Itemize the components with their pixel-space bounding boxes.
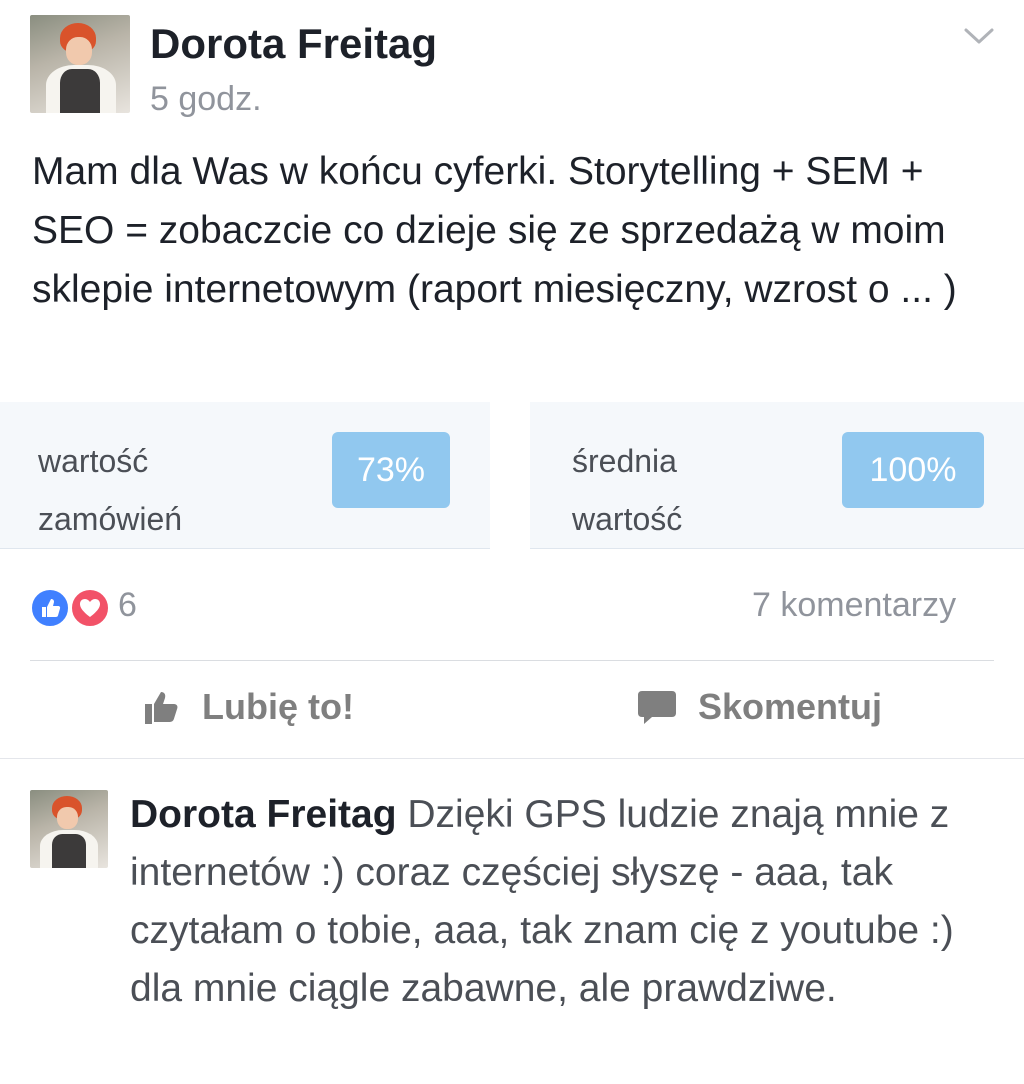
reaction-count[interactable]: 6 xyxy=(118,586,137,625)
commenter-avatar[interactable] xyxy=(30,790,108,868)
post-timestamp[interactable]: 5 godz. xyxy=(150,80,262,119)
like-button[interactable]: Lubię to! xyxy=(142,686,354,728)
metric-card-order-value: wartość zamówień 73% xyxy=(0,402,490,549)
post-author-name[interactable]: Dorota Freitag xyxy=(150,20,437,68)
metric-label-line2: wartość xyxy=(572,501,683,537)
comment-author-name[interactable]: Dorota Freitag xyxy=(130,793,397,836)
thumbs-up-icon xyxy=(145,692,178,724)
metric-label-line2: zamówień xyxy=(38,501,183,537)
divider xyxy=(30,660,994,661)
metric-value-badge: 73% xyxy=(332,432,450,508)
author-avatar[interactable] xyxy=(30,15,130,113)
speech-bubble-icon xyxy=(638,691,676,724)
love-reaction-icon[interactable] xyxy=(70,588,110,628)
like-reaction-icon[interactable] xyxy=(30,588,70,628)
like-label: Lubię to! xyxy=(202,686,354,727)
comment-button[interactable]: Skomentuj xyxy=(636,686,882,728)
post-image[interactable]: wartość zamówień 73% średnia wartość 100… xyxy=(0,402,1024,549)
post-text: Mam dla Was w końcu cyferki. Storytellin… xyxy=(32,150,957,311)
metric-label-line1: średnia xyxy=(572,443,677,479)
comment-body: Dorota Freitag Dzięki GPS ludzie znają m… xyxy=(130,786,1000,1018)
metric-card-average-value: średnia wartość 100% xyxy=(530,402,1024,549)
divider xyxy=(0,758,1024,759)
chevron-down-icon[interactable] xyxy=(962,22,996,50)
metric-value-badge: 100% xyxy=(842,432,984,508)
metric-label-line1: wartość xyxy=(38,443,149,479)
comments-count-link[interactable]: 7 komentarzy xyxy=(752,586,956,625)
comment-label: Skomentuj xyxy=(698,686,883,727)
